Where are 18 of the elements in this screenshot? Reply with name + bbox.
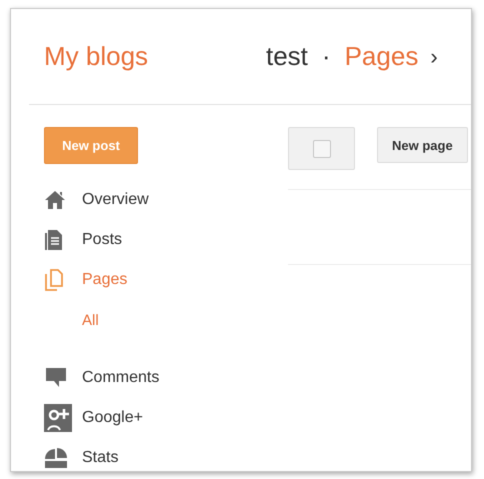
select-all-button[interactable] bbox=[288, 127, 355, 170]
house-icon bbox=[44, 190, 66, 210]
document-icon bbox=[44, 229, 64, 251]
breadcrumb-separator: · bbox=[322, 41, 331, 72]
sidebar-item[interactable]: Stats bbox=[82, 449, 118, 467]
pages-icon bbox=[44, 269, 64, 291]
blog-name[interactable]: test bbox=[266, 41, 308, 72]
sidebar-item[interactable]: Comments bbox=[82, 369, 160, 387]
google-plus-icon bbox=[44, 404, 72, 432]
sidebar-item[interactable]: Overview bbox=[82, 191, 149, 209]
speech-bubble-icon bbox=[44, 367, 68, 389]
new-page-button[interactable]: New page bbox=[377, 127, 468, 163]
checkbox[interactable] bbox=[312, 140, 330, 158]
section-title: Pages bbox=[344, 41, 418, 72]
pie-chart-icon bbox=[44, 447, 68, 469]
sidebar-item[interactable]: Google+ bbox=[82, 409, 143, 427]
chevron-icon[interactable]: › bbox=[430, 44, 438, 70]
sidebar-item[interactable]: Posts bbox=[82, 231, 122, 249]
